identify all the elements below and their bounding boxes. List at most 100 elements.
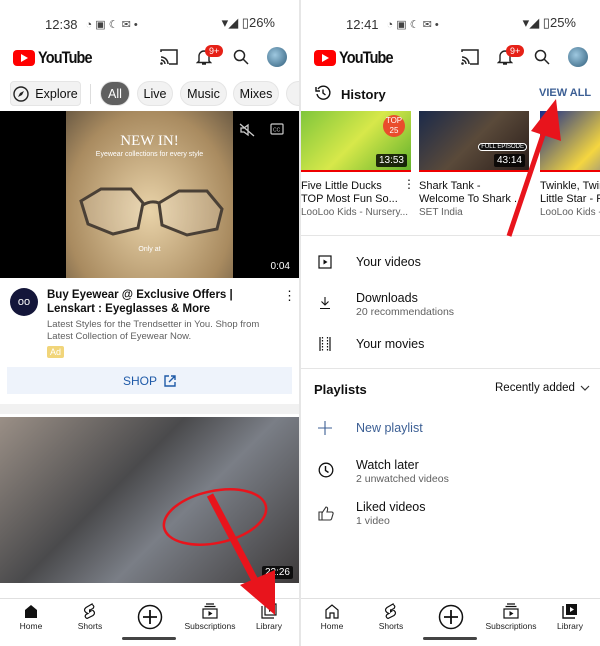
feed-separator xyxy=(0,404,299,414)
chip-label: All xyxy=(108,86,122,101)
ad-badge: Ad xyxy=(47,346,65,358)
ad-title[interactable]: Buy Eyewear @ Exclusive Offers | Lenskar… xyxy=(47,288,272,316)
logo-text: YouTube xyxy=(38,48,93,67)
new-playlist-button[interactable]: New playlist xyxy=(301,418,600,440)
item-subtitle: 20 recommendations xyxy=(356,306,455,318)
nav-label: Home xyxy=(19,621,43,631)
sort-label: Recently added xyxy=(495,382,575,394)
chevron-down-icon xyxy=(580,385,590,391)
nav-subscriptions[interactable]: Subscriptions xyxy=(481,603,541,631)
nav-library[interactable]: Library xyxy=(540,603,600,631)
new-playlist-label: New playlist xyxy=(356,421,423,435)
library-icon xyxy=(562,604,577,619)
more-options-icon[interactable]: ⋮ xyxy=(403,177,415,191)
playlist-liked-videos[interactable]: Liked videos 1 video xyxy=(301,499,600,529)
chip-label: Mixes xyxy=(239,86,273,101)
subscriptions-icon xyxy=(503,603,519,619)
notifications-button[interactable]: 9+ xyxy=(496,45,525,71)
red-arrow-annotation xyxy=(506,99,561,237)
glasses-image xyxy=(79,187,224,237)
chip-music[interactable]: Music xyxy=(180,81,227,106)
gesture-bar xyxy=(122,637,176,640)
nav-home[interactable]: Home xyxy=(1,603,61,631)
nav-label: Subscriptions xyxy=(184,621,236,631)
avatar[interactable] xyxy=(568,47,588,67)
bottom-nav: Home Shorts Subscriptions Library xyxy=(301,598,600,646)
nav-label: Library xyxy=(256,621,282,631)
create-plus-icon xyxy=(438,604,464,630)
home-icon xyxy=(25,605,37,618)
chip-label: Live xyxy=(143,86,167,101)
nav-shorts[interactable]: Shorts xyxy=(361,603,421,631)
sort-dropdown[interactable]: Recently added xyxy=(495,382,590,394)
status-right: ▾◢ ▯26% xyxy=(221,15,275,30)
nav-label: Subscriptions xyxy=(485,621,537,631)
status-time: 12:41 xyxy=(346,16,379,32)
film-icon xyxy=(319,337,331,351)
youtube-play-icon xyxy=(314,50,336,66)
history-item[interactable]: TOP 25 13:53 Five Little Ducks TOP Most F… xyxy=(301,111,411,218)
playlist-watch-later[interactable]: Watch later 2 unwatched videos xyxy=(301,457,600,487)
chip-all[interactable]: All xyxy=(100,81,130,106)
status-icons: ◔ ▣ ☾ ✉ • xyxy=(85,18,138,31)
divider xyxy=(301,368,600,369)
notifications-button[interactable]: 9+ xyxy=(195,45,224,71)
nav-label: Shorts xyxy=(378,621,404,631)
ad-thumbnail: NEW IN! Eyewear collections for every st… xyxy=(66,111,233,278)
red-arrow-annotation xyxy=(206,493,275,615)
video-title-line2: TOP Most Fun So... xyxy=(301,193,398,205)
chip-label: Explore xyxy=(35,86,78,101)
advertiser-logo-eyeglasses-icon[interactable]: oo xyxy=(10,288,38,316)
playlists-title: Playlists xyxy=(314,382,367,397)
history-title[interactable]: History xyxy=(341,87,386,102)
library-item-your-movies[interactable]: Your movies xyxy=(301,334,600,356)
more-options-icon[interactable]: ⋮ xyxy=(283,288,296,304)
nav-label: Library xyxy=(557,621,583,631)
play-box-icon xyxy=(318,255,332,269)
external-link-icon xyxy=(164,374,176,387)
notification-badge: 9+ xyxy=(506,45,525,57)
home-icon xyxy=(325,604,339,619)
youtube-logo[interactable]: YouTube xyxy=(13,48,101,68)
thumbnail-badge: TOP 25 xyxy=(383,115,405,137)
chip-explore[interactable]: Explore xyxy=(10,81,81,106)
item-title: Your videos xyxy=(356,255,421,269)
item-title: Downloads xyxy=(356,291,418,305)
plus-icon xyxy=(318,421,332,435)
nav-home[interactable]: Home xyxy=(302,603,362,631)
chip-mixes[interactable]: Mixes xyxy=(233,81,279,106)
battery-level: 26% xyxy=(248,15,275,30)
watch-progress xyxy=(301,170,411,172)
youtube-play-icon xyxy=(13,50,35,66)
ad-overlay-note: Only at xyxy=(138,246,161,253)
download-icon xyxy=(320,297,330,310)
search-icon[interactable] xyxy=(233,49,249,65)
item-title: Watch later xyxy=(356,458,419,472)
library-item-your-videos[interactable]: Your videos xyxy=(301,252,600,274)
history-icon xyxy=(315,85,331,100)
shorts-icon xyxy=(83,603,96,619)
create-plus-icon xyxy=(137,604,163,630)
chip-more[interactable] xyxy=(286,81,299,106)
cast-icon[interactable] xyxy=(160,49,178,65)
shop-button[interactable]: SHOP xyxy=(7,367,292,394)
nav-shorts[interactable]: Shorts xyxy=(60,603,120,631)
search-icon[interactable] xyxy=(534,49,550,65)
nav-create[interactable] xyxy=(120,604,180,632)
ad-overlay-subtitle: Eyewear collections for every style xyxy=(95,151,204,158)
nav-create[interactable] xyxy=(421,604,481,632)
captions-icon[interactable]: CC xyxy=(270,123,284,135)
cast-icon[interactable] xyxy=(461,49,479,65)
chip-live[interactable]: Live xyxy=(137,81,173,106)
mute-icon[interactable] xyxy=(239,123,255,137)
ad-video-player[interactable]: NEW IN! Eyewear collections for every st… xyxy=(0,111,299,278)
status-right: ▾◢ ▯25% xyxy=(522,15,576,30)
clock-icon xyxy=(318,462,334,478)
library-item-downloads[interactable]: Downloads 20 recommendations xyxy=(301,290,600,320)
avatar[interactable] xyxy=(267,47,287,67)
item-title: Your movies xyxy=(356,337,425,351)
youtube-logo[interactable]: YouTube xyxy=(314,48,402,68)
thumbs-up-icon xyxy=(318,506,334,521)
video-title: Five Little Ducks xyxy=(301,180,382,192)
status-icons: ◔ ▣ ☾ ✉ • xyxy=(386,18,439,31)
